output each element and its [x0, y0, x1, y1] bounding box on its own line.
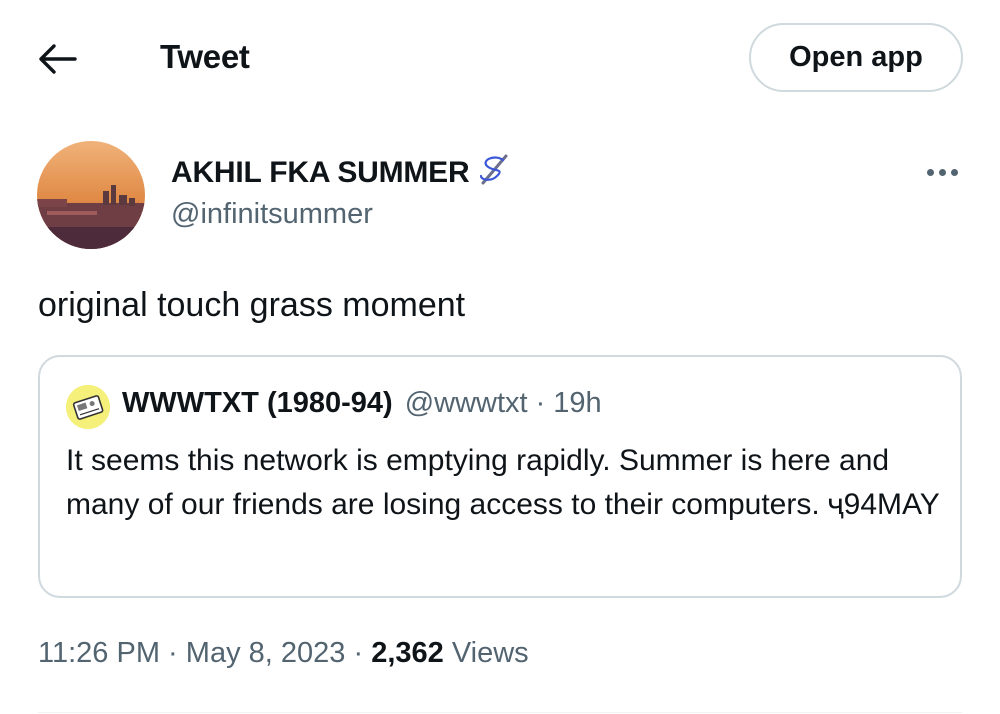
divider [38, 712, 962, 713]
back-button[interactable] [34, 38, 80, 80]
tweet-text: original touch grass moment [38, 286, 466, 324]
more-horizontal-icon [926, 168, 934, 176]
tweet-header: Tweet Open app [0, 0, 1000, 118]
author-name-text: AKHIL FKA SUMMER [171, 156, 470, 189]
page-title: Tweet [160, 38, 250, 75]
meta-separator: · [168, 637, 178, 669]
more-options-button[interactable] [918, 152, 966, 192]
quoted-separator: · [535, 387, 546, 419]
author-handle[interactable]: @infinitsummer [171, 198, 373, 231]
views-count: 2,362 [371, 637, 444, 669]
views-label: Views [451, 637, 529, 669]
more-horizontal-icon [950, 168, 958, 176]
quoted-author-handle: @wwwtxt [404, 387, 528, 419]
meta-separator: · [353, 637, 364, 669]
more-horizontal-icon [938, 168, 946, 176]
tweet-metadata: 11:26 PM · May 8, 2023 · 2,362 Views [38, 637, 529, 670]
author-avatar[interactable] [37, 141, 145, 249]
open-app-button[interactable]: Open app [749, 23, 963, 92]
needle-and-thread-icon [475, 152, 511, 194]
quoted-author-avatar [66, 385, 110, 429]
quoted-tweet-card[interactable]: WWWTXT (1980-94) @wwwtxt · 19h It seems … [38, 355, 962, 598]
tweet-date[interactable]: May 8, 2023 [186, 637, 346, 669]
avatar-image [37, 141, 145, 249]
quoted-author-name: WWWTXT (1980-94) [122, 387, 393, 419]
quoted-tweet-time: 19h [553, 387, 602, 419]
author-display-name[interactable]: AKHIL FKA SUMMER [171, 152, 511, 194]
retro-computer-icon [66, 385, 110, 429]
tweet-timestamp[interactable]: 11:26 PM [38, 637, 160, 669]
quoted-tweet-header: WWWTXT (1980-94) @wwwtxt · 19h [122, 387, 602, 420]
arrow-left-icon [39, 44, 77, 74]
quoted-tweet-text: It seems this network is emptying rapidl… [66, 444, 940, 521]
